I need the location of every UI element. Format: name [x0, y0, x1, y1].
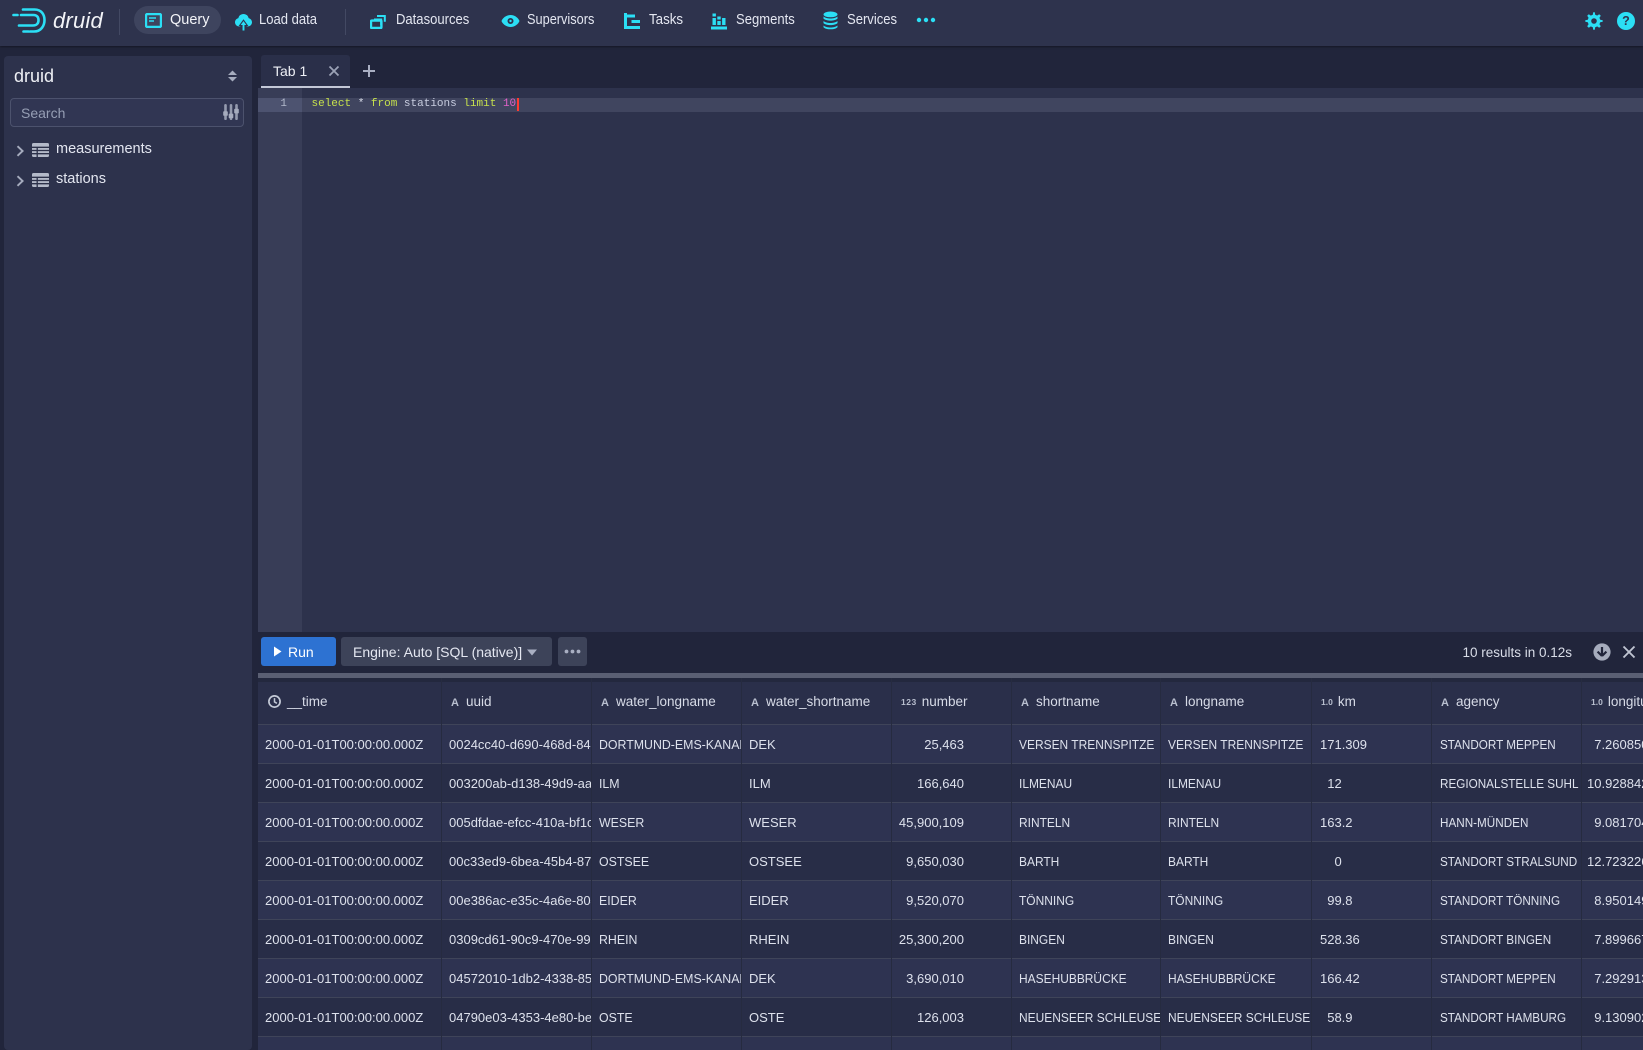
svg-text:?: ? [1622, 14, 1630, 28]
